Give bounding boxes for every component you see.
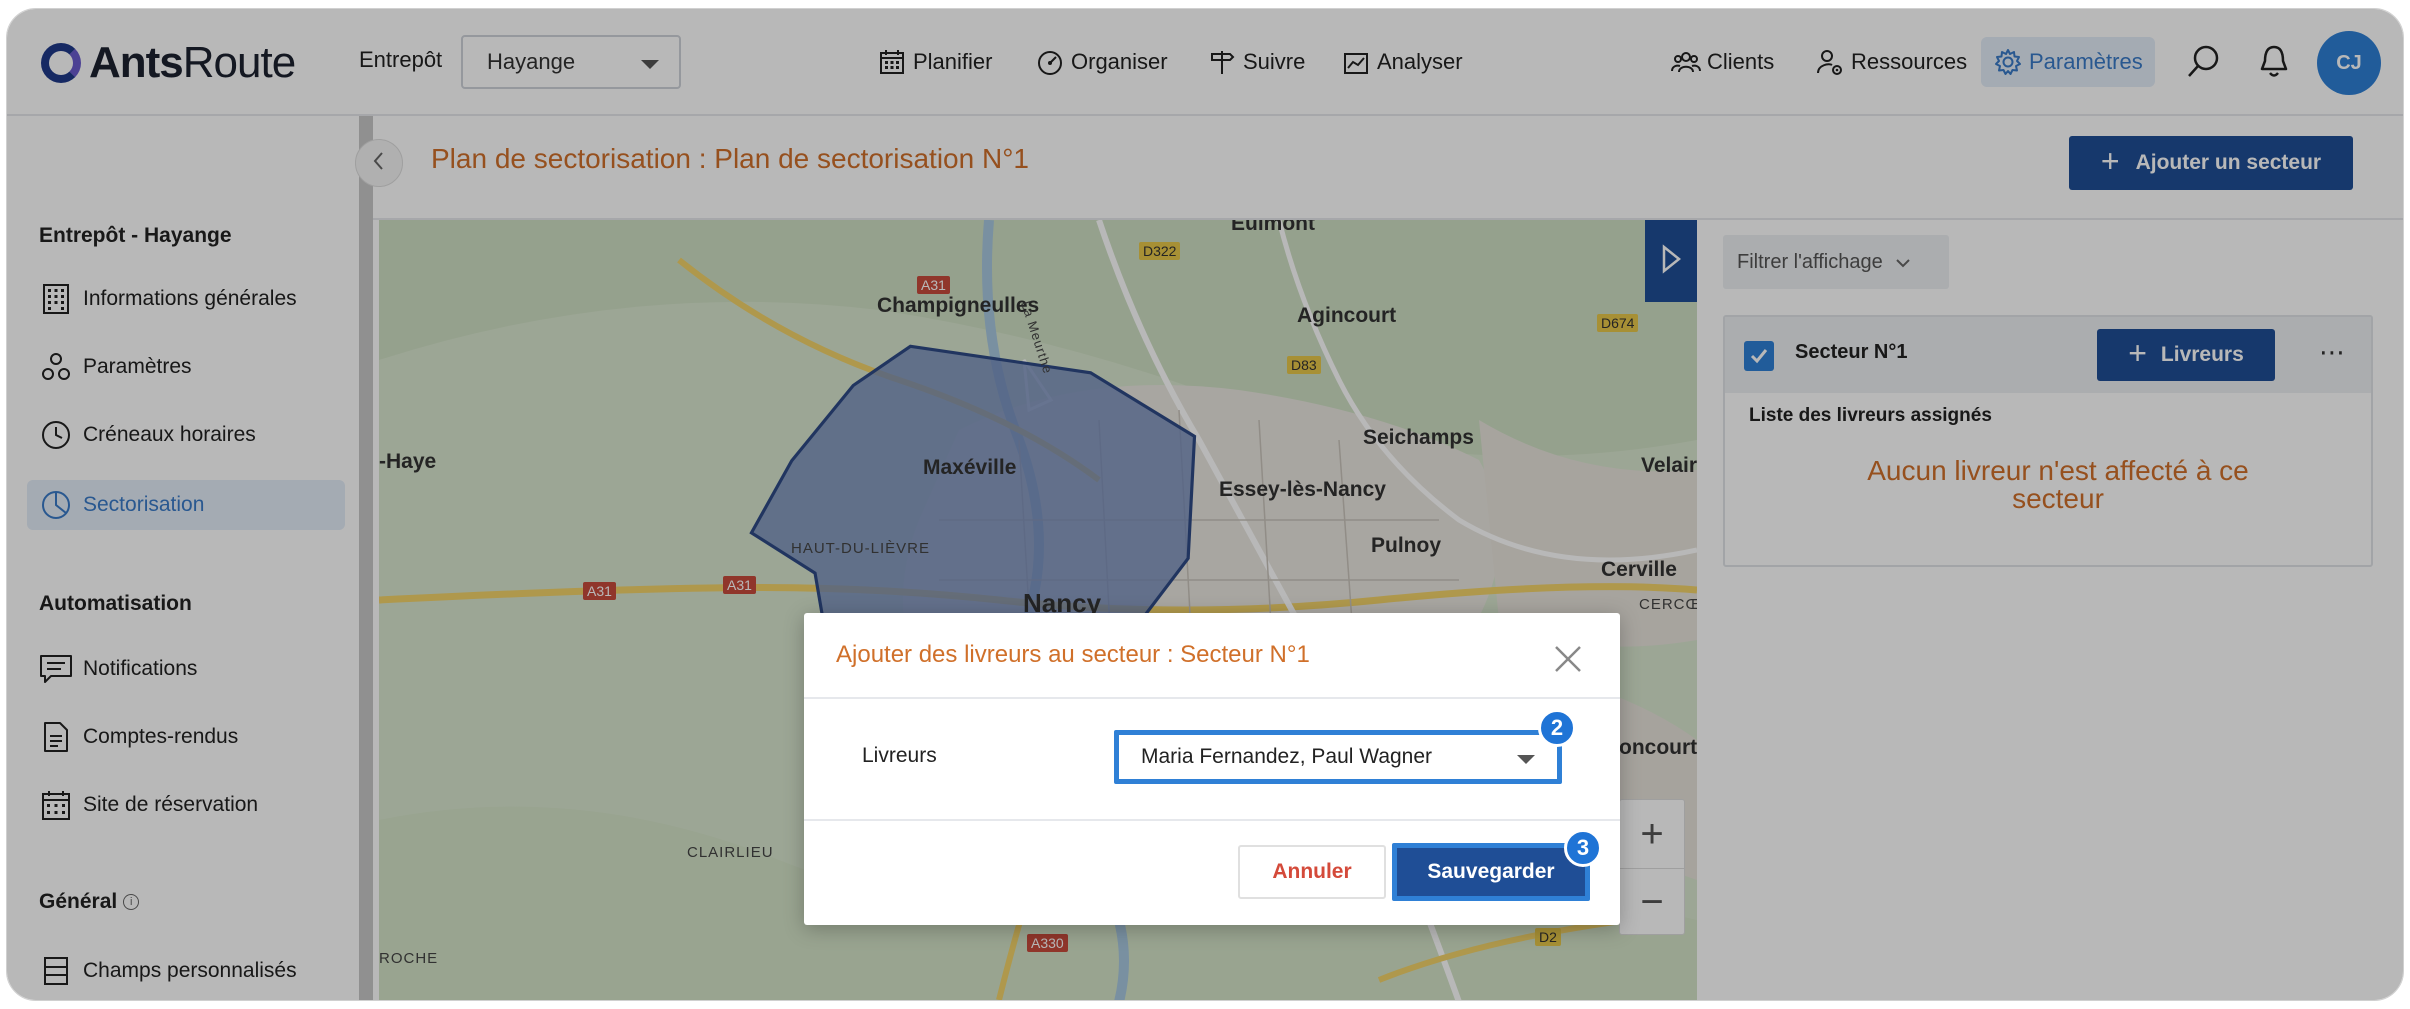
add-livreurs-modal: Ajouter des livreurs au secteur : Secteu… [804,613,1620,925]
livreurs-select[interactable]: Maria Fernandez, Paul Wagner [1114,730,1562,784]
modal-divider [804,697,1620,699]
save-button[interactable]: Sauvegarder [1392,843,1590,901]
livreurs-field-label: Livreurs [862,744,937,767]
cancel-button[interactable]: Annuler [1238,845,1386,899]
step-badge: 3 [1564,829,1602,867]
livreurs-select-value: Maria Fernandez, Paul Wagner [1141,745,1433,768]
app-window: Ants Route Entrepôt Hayange Planifier Org… [6,8,2404,1001]
close-icon[interactable] [1550,641,1586,677]
step-badge: 2 [1538,709,1576,747]
modal-divider [804,819,1620,821]
modal-title: Ajouter des livreurs au secteur : Secteu… [836,641,1310,668]
chevron-down-icon [1517,755,1535,764]
